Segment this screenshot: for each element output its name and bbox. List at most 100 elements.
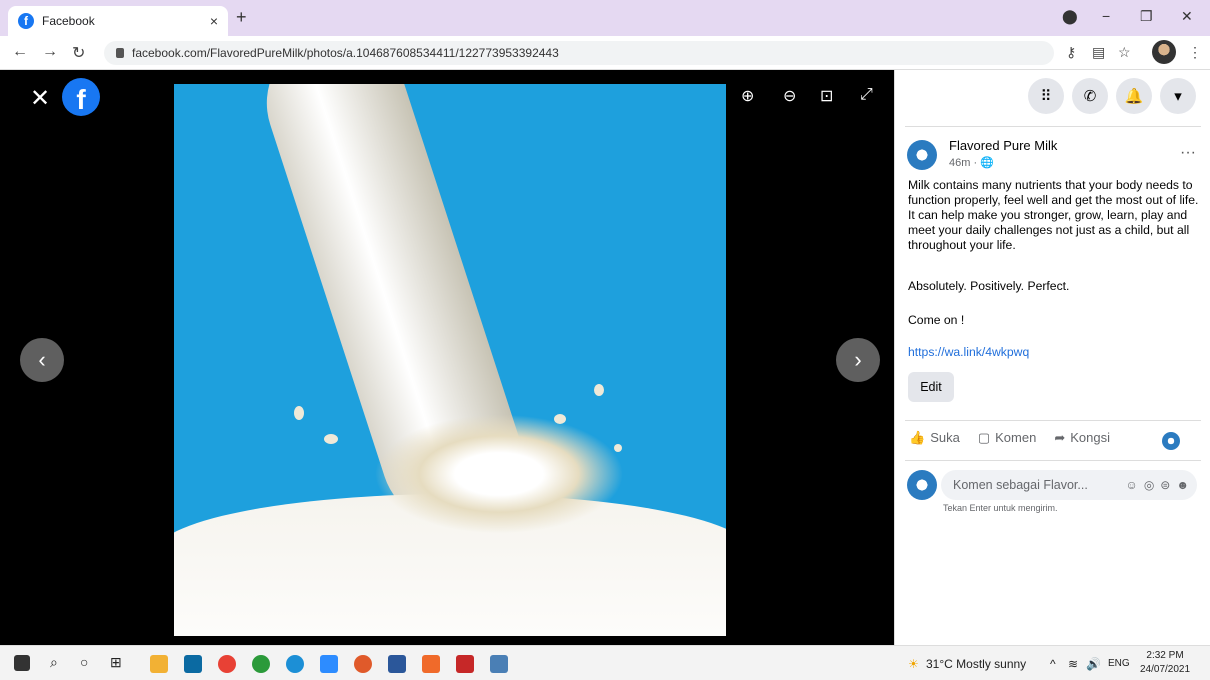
profile-avatar[interactable] [1152,40,1176,64]
windows-start-icon[interactable] [14,655,30,671]
comment-tools: ☺ ◎ ⊜ ☻ [1126,478,1189,492]
post-link[interactable]: https://wa.link/4wkpwq [908,345,1029,359]
forward-arrow-icon[interactable]: → [42,43,58,61]
pdf-icon[interactable] [456,655,474,673]
comment-label: Komen [995,430,1037,445]
record-icon[interactable]: ⬤ [1062,8,1078,25]
sticker-icon[interactable]: ☻ [1176,478,1189,492]
post-text: Absolutely. Positively. Perfect. [908,279,1070,293]
back-arrow-icon[interactable]: ← [12,43,28,61]
word-icon[interactable] [388,655,406,673]
bookmark-star-icon[interactable]: ☆ [1118,44,1131,61]
menu-dots-icon[interactable]: ⋮ [1188,44,1202,61]
camera-icon[interactable]: ◎ [1144,478,1154,492]
task-view-icon[interactable]: ⊞ [110,654,122,671]
browser-tab-strip: f Facebook × + ⬤ − ❐ ✕ [0,0,1210,36]
tab-title: Facebook [42,14,95,28]
milk-droplet [554,414,566,424]
new-tab-button[interactable]: + [236,7,247,28]
next-photo-button[interactable]: › [836,338,880,382]
milk-splash [374,414,624,534]
milk-droplet [324,434,338,444]
facebook-favicon-icon: f [18,13,34,29]
account-dropdown-icon[interactable]: ▾ [1160,78,1196,114]
app-icon[interactable] [422,655,440,673]
divider [905,460,1201,461]
actor-selector-avatar[interactable] [1162,432,1180,450]
close-window-button[interactable]: ✕ [1181,8,1193,25]
clock-date: 24/07/2021 [1140,664,1191,675]
milk-droplet [294,406,304,420]
address-bar-row: ← → ↻ facebook.com/FlavoredPureMilk/phot… [0,36,1210,70]
cortana-icon[interactable]: ○ [80,654,88,670]
volume-icon[interactable]: 🔊 [1086,657,1101,671]
restore-button[interactable]: ❐ [1140,8,1153,25]
divider [905,420,1201,421]
key-icon[interactable]: ⚷ [1066,44,1076,61]
clock[interactable]: 2:32 PM 24/07/2021 [1140,649,1190,677]
share-label: Kongsi [1070,430,1110,445]
notifications-bell-icon[interactable]: 🔔 [1116,78,1152,114]
edit-button[interactable]: Edit [908,372,954,402]
share-button[interactable]: ➦ Kongsi [1054,430,1110,446]
post-actions: 👍 Suka ▢ Komen ➦ Kongsi [909,430,1110,446]
lock-icon [116,48,124,58]
search-icon[interactable]: ⌕ [50,654,58,671]
chevron-up-icon[interactable]: ^ [1050,657,1056,671]
app-icon[interactable] [354,655,372,673]
previous-photo-button[interactable]: ‹ [20,338,64,382]
enter-hint: Tekan Enter untuk mengirim. [943,503,1058,513]
gif-icon[interactable]: ⊜ [1160,478,1170,492]
weather-sun-icon: ☀ [908,657,919,671]
header-icons: ⠿ ✆ 🔔 ▾ [1028,78,1196,114]
reload-icon[interactable]: ↻ [72,43,85,63]
photos-icon[interactable] [490,655,508,673]
like-label: Suka [930,430,960,445]
share-arrow-icon: ➦ [1054,430,1066,445]
menu-grid-icon[interactable]: ⠿ [1028,78,1064,114]
file-explorer-icon[interactable] [150,655,168,673]
post-time[interactable]: 46m · 🌐 [949,156,994,169]
app-icon[interactable] [252,655,270,673]
zoom-out-icon[interactable]: ⊖ [783,86,796,106]
photo-viewer: ✕ f ⊕ ⊖ ⊡ ⤢ ‹ › [0,70,894,645]
page-name[interactable]: Flavored Pure Milk [949,138,1057,153]
taskbar: ⌕ ○ ⊞ ☀ 31°C Mostly sunny ^ ≋ 🔊 ENG 2:32… [0,645,1210,680]
comment-button[interactable]: ▢ Komen [978,430,1037,446]
messenger-icon[interactable]: ✆ [1072,78,1108,114]
comment-bubble-icon: ▢ [977,430,991,445]
mail-icon[interactable] [184,655,202,673]
tab-close-icon[interactable]: × [210,13,218,29]
like-button[interactable]: 👍 Suka [909,430,960,446]
post-text: Milk contains many nutrients that your b… [908,178,1199,252]
commenter-avatar [907,470,937,500]
milk-droplet [614,444,622,452]
comment-placeholder: Komen sebagai Flavor... [953,478,1088,492]
post-panel: ⠿ ✆ 🔔 ▾ Flavored Pure Milk 46m · 🌐 ··· M… [894,70,1210,645]
comment-input[interactable]: Komen sebagai Flavor... ☺ ◎ ⊜ ☻ [941,470,1197,500]
page-avatar[interactable] [907,140,937,170]
milk-droplet [594,384,604,396]
edge-icon[interactable] [286,655,304,673]
url-text: facebook.com/FlavoredPureMilk/photos/a.1… [132,46,559,60]
post-text: Come on ! [908,313,965,327]
browser-tab-facebook[interactable]: f Facebook × [8,6,228,36]
url-field[interactable]: facebook.com/FlavoredPureMilk/photos/a.1… [104,41,1054,65]
network-icon[interactable]: ≋ [1068,657,1078,671]
close-viewer-icon[interactable]: ✕ [30,84,50,113]
translate-icon[interactable]: ▤ [1092,44,1105,61]
language-indicator[interactable]: ENG [1108,658,1130,669]
weather-text[interactable]: 31°C Mostly sunny [926,657,1026,671]
tag-photo-icon[interactable]: ⊡ [820,86,833,106]
minimize-button[interactable]: − [1102,8,1110,24]
milk-photo [174,84,726,636]
chrome-icon[interactable] [218,655,236,673]
clock-time: 2:32 PM [1146,650,1184,661]
zoom-icon[interactable] [320,655,338,673]
emoji-icon[interactable]: ☺ [1126,478,1138,492]
more-options-icon[interactable]: ··· [1180,144,1196,162]
zoom-in-icon[interactable]: ⊕ [741,86,754,106]
thumbs-up-icon: 👍 [909,430,926,445]
fullscreen-icon[interactable]: ⤢ [860,86,873,104]
facebook-logo-icon[interactable]: f [62,78,100,116]
